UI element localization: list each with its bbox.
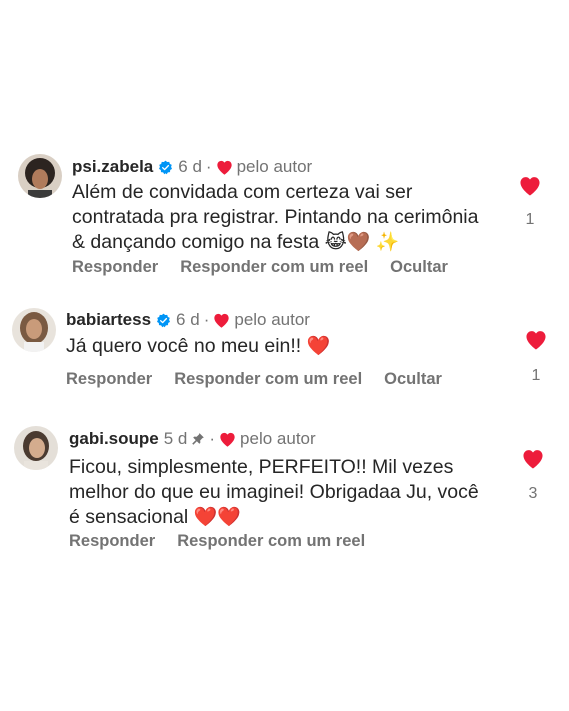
comment-text: Já quero você no meu ein!! ❤️ <box>66 335 331 357</box>
liked-by-author-label: pelo autor <box>240 429 316 448</box>
like-heart-icon[interactable] <box>519 176 541 196</box>
timestamp: 5 d <box>163 429 188 448</box>
username[interactable]: psi.zabela <box>72 157 153 177</box>
like-heart-icon[interactable] <box>525 330 547 350</box>
like-count: 1 <box>525 211 535 228</box>
verified-badge-icon <box>156 313 171 328</box>
reply-button[interactable]: Responder <box>69 532 155 551</box>
reply-with-reel-button[interactable]: Responder com um reel <box>180 258 368 277</box>
reply-button[interactable]: Responder <box>72 258 158 277</box>
reply-with-reel-button[interactable]: Responder com um reel <box>174 370 362 389</box>
username[interactable]: babiartess <box>66 310 151 330</box>
heart-icon <box>213 313 230 328</box>
timestamp: 6 d <box>178 157 202 176</box>
separator: · <box>209 429 216 448</box>
liked-by-author-label: pelo autor <box>234 310 310 329</box>
heart-icon <box>216 160 233 175</box>
avatar[interactable] <box>12 308 56 352</box>
emoji: ❤️ <box>306 336 331 357</box>
like-count: 3 <box>528 485 538 502</box>
hide-button[interactable]: Ocultar <box>384 370 442 389</box>
verified-badge-icon <box>158 160 173 175</box>
avatar[interactable] <box>14 426 58 470</box>
comment-text: Além de convidada com certeza vai ser co… <box>72 181 479 253</box>
emoji: ❤️❤️ <box>193 507 241 528</box>
hide-button[interactable]: Ocultar <box>390 258 448 277</box>
heart-icon <box>219 432 236 447</box>
avatar[interactable] <box>18 154 62 198</box>
pin-icon <box>191 432 205 446</box>
separator: · <box>205 157 212 176</box>
like-heart-icon[interactable] <box>522 449 544 469</box>
reply-with-reel-button[interactable]: Responder com um reel <box>177 532 365 551</box>
comment-text: Ficou, simplesmente, PERFEITO!! Mil veze… <box>69 456 479 528</box>
liked-by-author-label: pelo autor <box>236 157 313 176</box>
separator: · <box>203 310 210 329</box>
reply-button[interactable]: Responder <box>66 370 152 389</box>
emoji: 😹🤎 ✨ <box>324 232 400 253</box>
timestamp: 6 d <box>176 310 200 329</box>
username[interactable]: gabi.soupe <box>69 429 159 449</box>
like-count: 1 <box>531 367 541 384</box>
